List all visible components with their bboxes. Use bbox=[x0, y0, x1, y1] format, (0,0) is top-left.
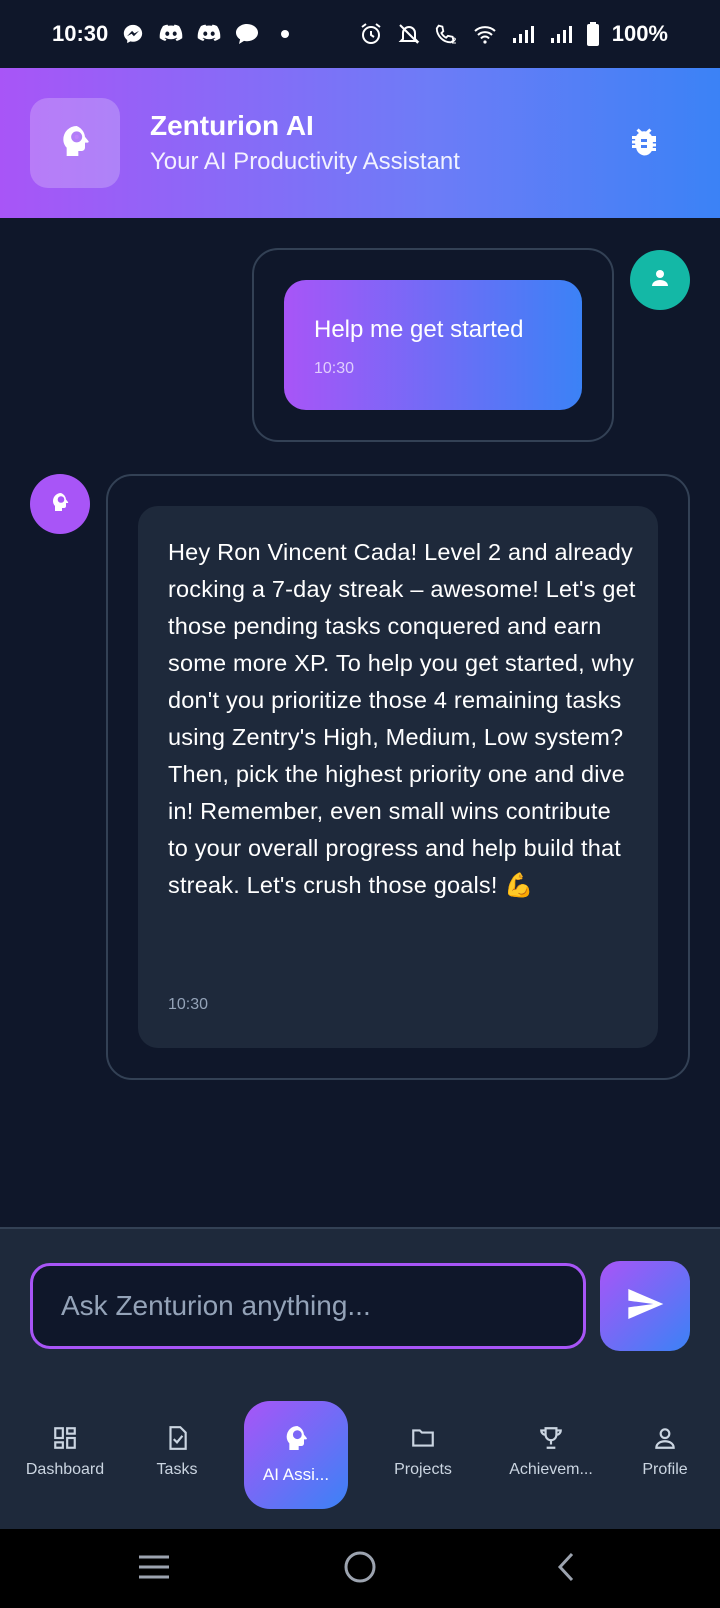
dot-icon bbox=[272, 21, 298, 47]
discord-icon bbox=[196, 21, 222, 47]
chat-bubble-icon bbox=[234, 21, 260, 47]
chat-input[interactable] bbox=[30, 1263, 586, 1349]
back-button[interactable] bbox=[546, 1551, 586, 1587]
brain-head-icon bbox=[55, 121, 95, 166]
send-icon bbox=[625, 1284, 665, 1329]
battery-icon bbox=[586, 21, 600, 47]
wifi-icon bbox=[472, 21, 498, 47]
signal-icon bbox=[548, 21, 574, 47]
wifi-calling-icon: 2 bbox=[434, 21, 460, 47]
user-message-time: 10:30 bbox=[314, 360, 355, 377]
nav-label: Achievem... bbox=[509, 1461, 593, 1478]
messenger-icon bbox=[120, 21, 146, 47]
alarm-icon bbox=[358, 21, 384, 47]
user-message-text: Help me get started bbox=[314, 316, 524, 343]
nav-item-achievements[interactable]: Achievem... bbox=[496, 1425, 606, 1485]
bottom-navigation: Dashboard Tasks AI Assi... Projects Achi… bbox=[0, 1367, 720, 1529]
home-button[interactable] bbox=[340, 1551, 380, 1587]
assistant-avatar bbox=[30, 474, 90, 534]
menu-icon bbox=[137, 1553, 171, 1586]
nav-label: Profile bbox=[642, 1461, 688, 1478]
app-header: Zenturion AI Your AI Productivity Assist… bbox=[0, 68, 720, 218]
brain-head-icon bbox=[280, 1422, 312, 1459]
brain-head-icon bbox=[48, 490, 72, 519]
debug-button[interactable] bbox=[622, 122, 666, 166]
assistant-message-text: Hey Ron Vincent Cada! Level 2 and alread… bbox=[168, 539, 636, 898]
home-icon bbox=[343, 1550, 377, 1589]
message-composer bbox=[0, 1227, 720, 1367]
discord-icon bbox=[158, 21, 184, 47]
person-icon bbox=[652, 1425, 678, 1456]
system-navigation-bar bbox=[0, 1529, 720, 1608]
app-logo bbox=[30, 98, 120, 188]
nav-item-profile[interactable]: Profile bbox=[610, 1425, 720, 1485]
nav-item-projects[interactable]: Projects bbox=[368, 1425, 478, 1485]
nav-label: Tasks bbox=[156, 1461, 198, 1478]
nav-item-dashboard[interactable]: Dashboard bbox=[10, 1425, 120, 1485]
mute-icon bbox=[396, 21, 422, 47]
status-time: 10:30 bbox=[52, 21, 109, 46]
app-subtitle: Your AI Productivity Assistant bbox=[150, 148, 460, 175]
bug-icon bbox=[626, 124, 662, 165]
dashboard-icon bbox=[52, 1425, 78, 1456]
status-bar: 10:30 2 100% bbox=[0, 0, 720, 68]
nav-label: Projects bbox=[394, 1461, 452, 1478]
nav-label: AI Assi... bbox=[262, 1465, 330, 1484]
trophy-icon bbox=[538, 1425, 564, 1456]
back-icon bbox=[556, 1551, 576, 1588]
assistant-message-time: 10:30 bbox=[168, 996, 209, 1013]
status-bar-left: 10:30 bbox=[52, 21, 298, 47]
nav-item-ai-assistant[interactable]: AI Assi... bbox=[244, 1401, 348, 1509]
svg-text:2: 2 bbox=[451, 35, 456, 45]
assistant-message-bubble: Hey Ron Vincent Cada! Level 2 and alread… bbox=[138, 506, 658, 1048]
app-title: Zenturion AI bbox=[150, 110, 314, 141]
nav-label: Dashboard bbox=[25, 1461, 105, 1478]
nav-item-tasks[interactable]: Tasks bbox=[122, 1425, 232, 1485]
signal-icon bbox=[510, 21, 536, 47]
battery-level: 100% bbox=[611, 21, 668, 46]
user-message-bubble: Help me get started 10:30 bbox=[284, 280, 582, 410]
send-button[interactable] bbox=[600, 1261, 690, 1351]
task-check-icon bbox=[164, 1425, 190, 1456]
status-bar-right: 2 100% bbox=[358, 21, 668, 47]
folder-icon bbox=[410, 1425, 436, 1456]
recent-apps-button[interactable] bbox=[134, 1551, 174, 1587]
user-avatar bbox=[630, 250, 690, 310]
person-icon bbox=[648, 266, 672, 295]
